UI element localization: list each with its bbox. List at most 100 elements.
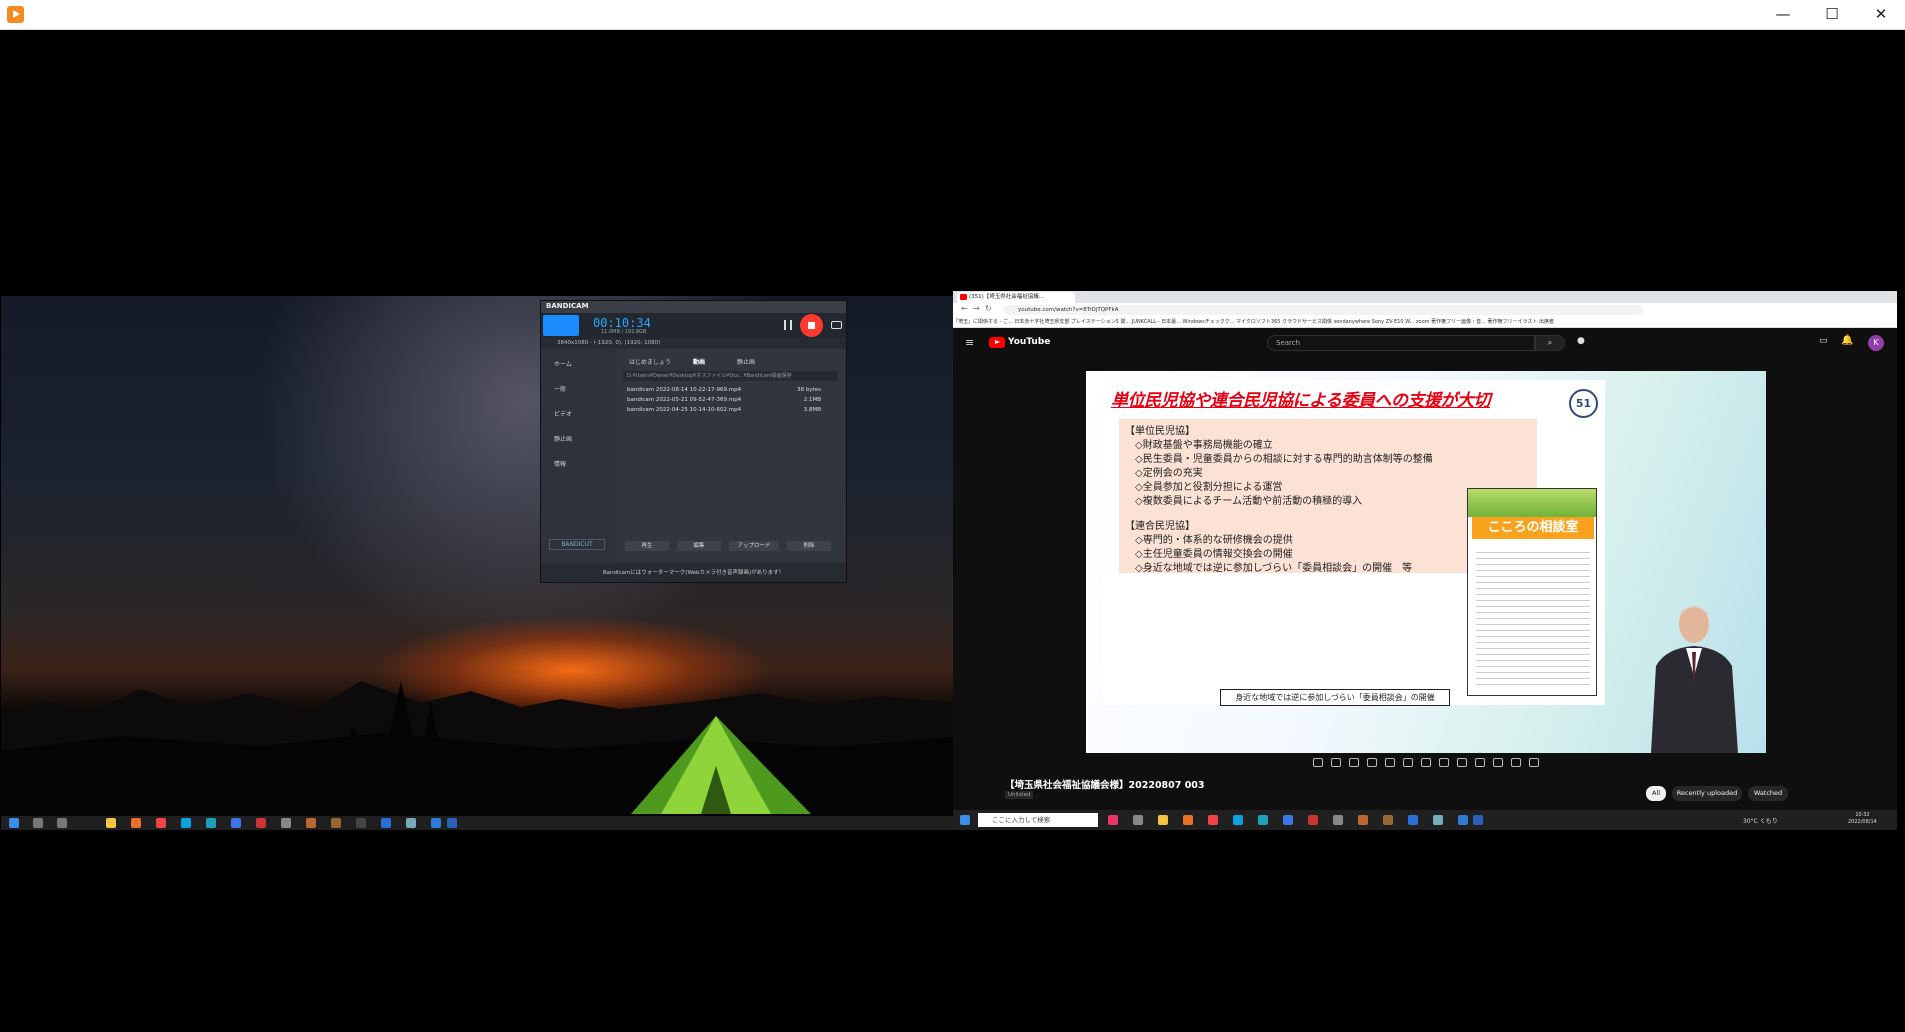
start-icon[interactable] <box>960 815 970 825</box>
nav-home[interactable]: ホーム <box>554 359 572 368</box>
toolbar-icon[interactable] <box>1457 758 1467 767</box>
tab-image[interactable]: 静止画 <box>737 357 755 366</box>
video-player[interactable]: 単位民児協や連合民児協による委員への支援が大切 51 【単位民児協】 ◇財政基盤… <box>1086 371 1766 753</box>
firefox-icon[interactable] <box>1183 815 1193 825</box>
app-icon[interactable] <box>1333 815 1343 825</box>
output-folder-path[interactable]: D:¥Users¥Owner¥Desktop¥オスファイル¥Ocs...¥Ban… <box>623 371 838 381</box>
video-stage[interactable]: BANDICAM 00:10:34 11.0MB / 192.8GB 3840x… <box>1 31 1904 1030</box>
word-icon[interactable] <box>1473 815 1483 825</box>
toolbar-icon[interactable] <box>1367 758 1377 767</box>
avatar[interactable]: K <box>1868 335 1884 351</box>
screen-mode-button[interactable] <box>543 315 579 336</box>
notifications-icon[interactable]: 🔔 <box>1841 335 1853 346</box>
tab-getting-started[interactable]: はじめましょう <box>629 357 671 366</box>
pause-button[interactable] <box>784 320 792 330</box>
app-icon[interactable] <box>406 818 416 828</box>
mail-icon[interactable] <box>231 818 241 828</box>
play-button[interactable]: 再生 <box>625 541 669 551</box>
forward-icon[interactable]: → <box>973 304 980 313</box>
explorer-icon[interactable] <box>1158 815 1168 825</box>
toolbar-icon[interactable] <box>1511 758 1521 767</box>
mic-icon[interactable]: ● <box>1577 336 1585 346</box>
create-icon[interactable]: ▭ <box>1819 336 1828 346</box>
outlook-icon[interactable] <box>431 818 441 828</box>
app-icon[interactable] <box>1358 815 1368 825</box>
taskbar-search-input[interactable]: ここに入力して検索 <box>978 813 1098 827</box>
app-icon[interactable] <box>1383 815 1393 825</box>
app-icon[interactable] <box>256 818 266 828</box>
file-name[interactable]: bandicam 2022-08-14 10-22-17-969.mp4 <box>627 387 741 393</box>
minimize-button[interactable]: — <box>1760 0 1806 30</box>
file-size: 2.1MB <box>803 397 821 403</box>
toolbar-icon[interactable] <box>1439 758 1449 767</box>
chip-recently-uploaded[interactable]: Recently uploaded <box>1672 786 1742 801</box>
toolbar-icon[interactable] <box>1529 758 1539 767</box>
app-icon[interactable] <box>331 818 341 828</box>
toolbar-icon[interactable] <box>1313 758 1323 767</box>
chrome-icon[interactable] <box>156 818 166 828</box>
browser-tab[interactable]: (351)【埼玉県社会福祉協議... <box>957 292 1075 303</box>
taskbar-clock[interactable]: 10:32 2022/08/14 <box>1848 812 1877 826</box>
url-input[interactable]: youtube.com/watch?v=8TrDjTQPFkA <box>1003 305 1643 315</box>
outlook-icon[interactable] <box>1458 815 1468 825</box>
app-icon[interactable] <box>356 818 366 828</box>
toolbar-icon[interactable] <box>1403 758 1413 767</box>
weather-widget[interactable]: 30°C くもり <box>1743 816 1778 825</box>
menu-icon[interactable]: ≡ <box>965 336 974 349</box>
screenshot-camera-icon[interactable] <box>831 321 842 329</box>
word-icon[interactable] <box>447 818 457 828</box>
chip-watched[interactable]: Watched <box>1748 786 1788 801</box>
app-icon[interactable] <box>1108 815 1118 825</box>
edit-button[interactable]: 編集 <box>677 541 721 551</box>
media-player-app-icon <box>7 6 24 23</box>
app-icon[interactable] <box>1308 815 1318 825</box>
close-button[interactable]: ✕ <box>1858 0 1904 30</box>
cortana-icon[interactable] <box>1133 815 1143 825</box>
nav-general[interactable]: 一般 <box>554 384 566 393</box>
search-input[interactable]: Search <box>1267 335 1535 351</box>
bandicut-button[interactable]: BANDICUT <box>549 539 605 550</box>
toolbar-icon[interactable] <box>1475 758 1485 767</box>
toolbar-icon[interactable] <box>1385 758 1395 767</box>
app-icon[interactable] <box>1408 815 1418 825</box>
app-icon[interactable] <box>306 818 316 828</box>
skype-icon[interactable] <box>181 818 191 828</box>
maximize-button[interactable]: ☐ <box>1809 0 1855 30</box>
toolbar-icon[interactable] <box>1421 758 1431 767</box>
chrome-icon[interactable] <box>1208 815 1218 825</box>
firefox-icon[interactable] <box>131 818 141 828</box>
file-name[interactable]: bandicam 2022-04-25 10-14-10-602.mp4 <box>627 407 741 413</box>
edge-icon[interactable] <box>206 818 216 828</box>
edge-icon[interactable] <box>1258 815 1268 825</box>
chip-all[interactable]: All <box>1646 786 1666 801</box>
bandicam-window[interactable]: BANDICAM 00:10:34 11.0MB / 192.8GB 3840x… <box>540 300 847 583</box>
youtube-logo-icon[interactable] <box>989 337 1005 348</box>
youtube-logo-text[interactable]: YouTube <box>1008 337 1050 347</box>
app-icon[interactable] <box>381 818 391 828</box>
mail-icon[interactable] <box>1283 815 1293 825</box>
speaker-figure <box>1651 605 1738 753</box>
file-name[interactable]: bandicam 2022-05-21 09-52-47-369.mp4 <box>627 397 741 403</box>
explorer-icon[interactable] <box>106 818 116 828</box>
browser-window[interactable]: (351)【埼玉県社会福祉協議... ← → ↻ youtube.com/wat… <box>953 291 1897 816</box>
app-icon[interactable] <box>1433 815 1443 825</box>
bookmarks-bar[interactable]: 「埼玉」に関係する - ご... 日本赤十字社埼玉県支部 プレイステーション5 … <box>953 316 1897 328</box>
search-button[interactable]: ⌕ <box>1535 335 1565 351</box>
stop-recording-button[interactable] <box>800 314 823 337</box>
start-icon[interactable] <box>9 818 19 828</box>
upload-button[interactable]: アップロード <box>729 541 779 551</box>
skype-icon[interactable] <box>1233 815 1243 825</box>
nav-video[interactable]: ビデオ <box>554 409 572 418</box>
reload-icon[interactable]: ↻ <box>985 304 992 313</box>
toolbar-icon[interactable] <box>1349 758 1359 767</box>
nav-image[interactable]: 静止画 <box>554 434 572 443</box>
task-view-icon[interactable] <box>57 818 67 828</box>
search-icon[interactable] <box>33 818 43 828</box>
nav-about[interactable]: 情報 <box>554 459 566 468</box>
app-icon[interactable] <box>281 818 291 828</box>
back-icon[interactable]: ← <box>961 304 968 313</box>
tab-video[interactable]: 動画 <box>693 357 705 366</box>
delete-button[interactable]: 削除 <box>787 541 831 551</box>
toolbar-icon[interactable] <box>1493 758 1503 767</box>
toolbar-icon[interactable] <box>1331 758 1341 767</box>
